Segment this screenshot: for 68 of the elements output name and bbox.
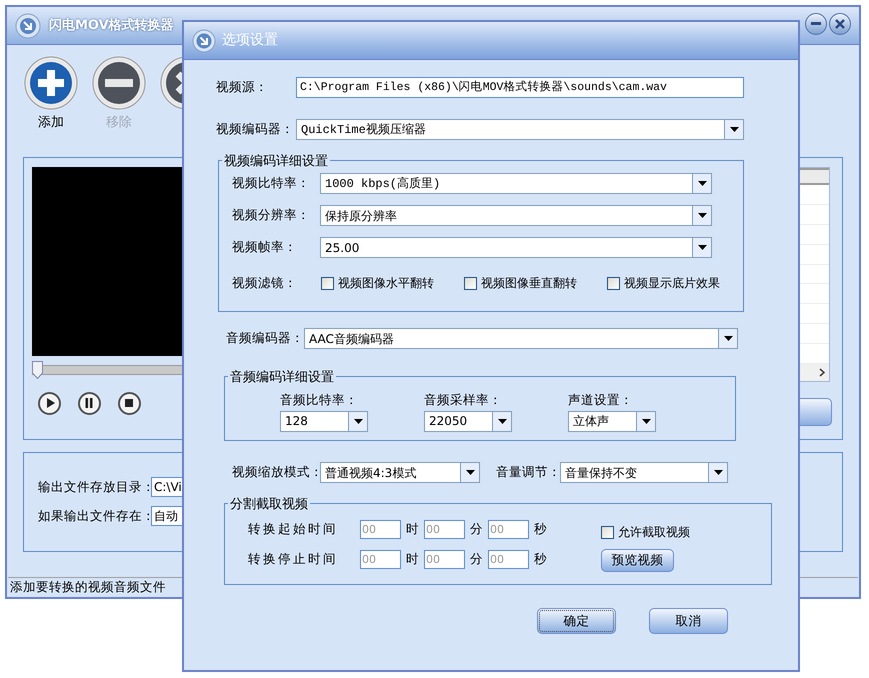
toolbar-button[interactable]: 添加 xyxy=(17,56,85,157)
dropdown-field[interactable]: AAC音频编码器 xyxy=(304,328,738,349)
unit-label: 秒 xyxy=(533,520,548,538)
dropdown-arrow-icon xyxy=(642,418,650,424)
checkbox-label: 允许截取视频 xyxy=(618,524,690,541)
field-label: 转换停止时间 xyxy=(248,550,339,568)
dropdown-arrow-icon xyxy=(498,418,506,424)
field-label: 如果输出文件存在： xyxy=(38,506,151,525)
unit-label: 时 xyxy=(405,550,420,568)
dropdown-field[interactable]: 音量保持不变 xyxy=(560,462,728,483)
dropdown-arrow-icon xyxy=(714,470,722,475)
slider-thumb[interactable] xyxy=(32,361,43,379)
input-field[interactable]: C:\Program Files (x86)\闪电MOV格式转换器\sounds\cam.wav xyxy=(296,77,744,98)
field-label: 视频缩放模式： xyxy=(232,463,320,482)
unit-label: 分 xyxy=(469,550,484,568)
field-label: 音频编码器： xyxy=(226,329,304,348)
unit-label: 时 xyxy=(405,520,420,538)
pause-button[interactable] xyxy=(78,392,101,415)
dropdown-arrow-icon xyxy=(698,213,706,218)
close-button[interactable] xyxy=(829,13,851,35)
minus-icon xyxy=(92,56,146,110)
field-label: 输出文件存放目录： xyxy=(38,478,151,496)
scroll-right-icon xyxy=(819,368,825,378)
app-icon xyxy=(15,12,41,38)
dropdown-field[interactable]: 立体声 xyxy=(568,410,656,432)
field-label: 视频帧率： xyxy=(232,238,298,256)
dropdown-field[interactable]: 普通视频4:3模式 xyxy=(320,462,480,483)
dropdown-field[interactable]: 保持原分辨率 xyxy=(320,205,712,226)
dropdown-arrow-icon xyxy=(354,418,362,424)
field-label: 视频滤镜： xyxy=(232,274,298,292)
dialog-button[interactable]: 确定 xyxy=(537,608,616,634)
minimize-icon xyxy=(811,22,821,26)
close-icon xyxy=(835,19,845,29)
minimize-button[interactable] xyxy=(805,13,827,35)
dropdown-arrow-icon xyxy=(698,181,706,186)
plus-icon xyxy=(24,56,78,110)
checkbox[interactable] xyxy=(607,276,620,290)
stop-button[interactable] xyxy=(118,392,141,415)
dropdown-arrow-icon xyxy=(730,127,738,132)
dropdown-arrow-icon xyxy=(698,245,706,250)
dropdown-arrow-icon xyxy=(724,336,732,341)
dialog-title: 选项设置 xyxy=(222,31,278,50)
checkbox-label: 视频图像水平翻转 xyxy=(338,275,434,292)
field-label: 视频编码器： xyxy=(216,120,295,138)
unit-label: 分 xyxy=(469,520,484,538)
checkbox[interactable] xyxy=(464,276,477,290)
checkbox[interactable] xyxy=(321,276,334,290)
field-label: 视频比特率： xyxy=(232,174,311,192)
checkbox-label: 视频显示底片效果 xyxy=(624,275,720,292)
dialog-button[interactable]: 取消 xyxy=(649,608,728,634)
unit-label: 秒 xyxy=(533,550,548,568)
dropdown-field[interactable]: 128 xyxy=(280,410,368,432)
field-label: 音频采样率： xyxy=(424,391,503,409)
field-label: 音频比特率： xyxy=(280,391,359,409)
field-label: 转换起始时间 xyxy=(248,520,339,538)
window-title: 闪电MOV格式转换器 xyxy=(49,16,174,35)
dropdown-field[interactable]: QuickTime视频压缩器 xyxy=(296,119,744,140)
play-button[interactable] xyxy=(38,392,61,415)
field-label: 声道设置： xyxy=(568,391,634,409)
field-label: 视频分辨率： xyxy=(232,206,311,224)
checkbox-label: 视频图像垂直翻转 xyxy=(481,275,577,292)
field-label: 音量调节： xyxy=(496,463,560,482)
dropdown-arrow-icon xyxy=(466,470,474,475)
dropdown-field[interactable]: 1000 kbps(高质里) xyxy=(320,173,712,194)
dropdown-field[interactable]: 22050 xyxy=(424,410,512,432)
dropdown-field[interactable]: 25.00 xyxy=(320,237,712,258)
field-label: 视频源： xyxy=(216,78,269,96)
app-icon xyxy=(192,28,216,52)
